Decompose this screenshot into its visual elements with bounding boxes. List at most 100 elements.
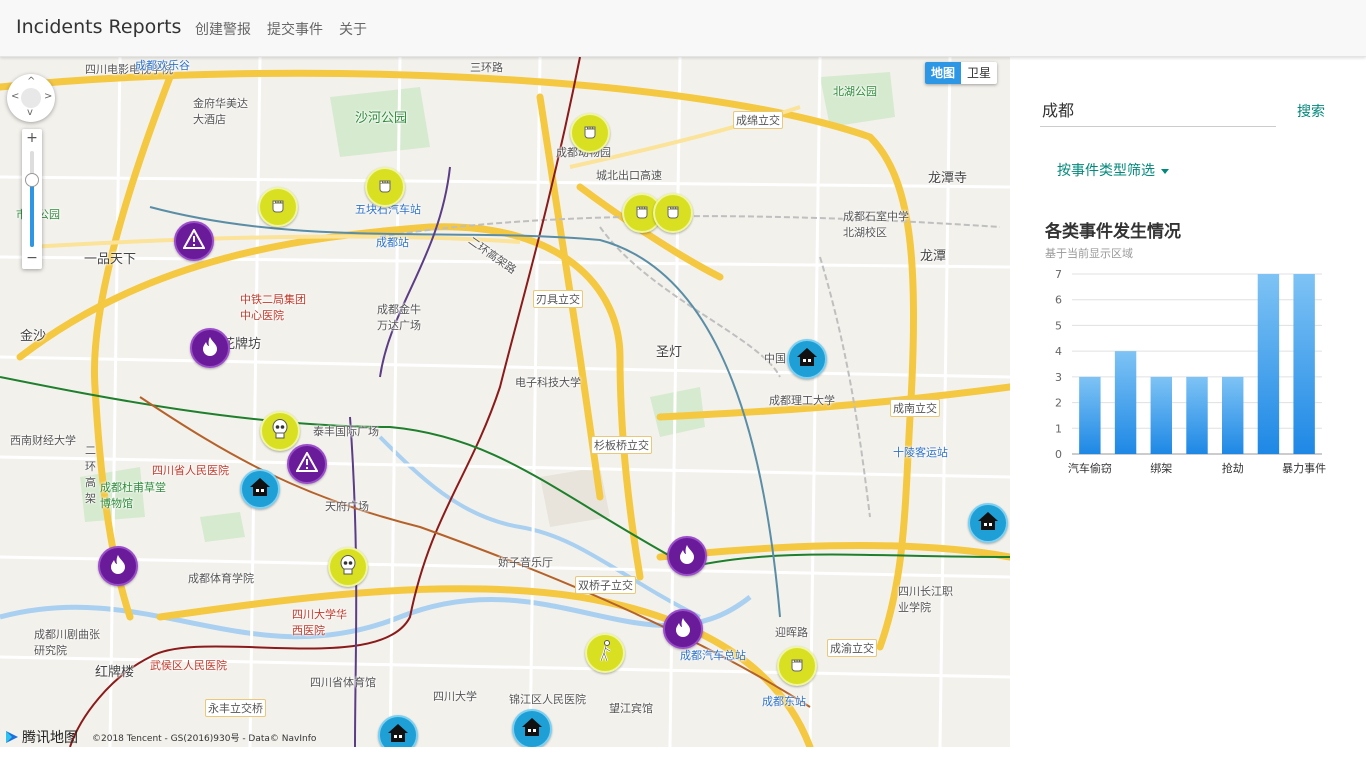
nav-create-alert[interactable]: 创建警报: [195, 19, 251, 39]
zoom-slider-handle[interactable]: [25, 173, 39, 187]
fist-icon: [580, 121, 600, 145]
pan-down-icon[interactable]: v: [27, 107, 33, 118]
search-button[interactable]: 搜索: [1297, 101, 1325, 121]
place-label: 圣灯: [656, 345, 683, 360]
navbar: Incidents Reports 创建警报 提交事件 关于: [0, 0, 1366, 57]
map-type-satellite-button[interactable]: 卫星: [961, 62, 997, 84]
event-type-filter-dropdown[interactable]: 按事件类型筛选: [1057, 160, 1169, 180]
chart-bar[interactable]: [1186, 376, 1208, 454]
pan-left-icon[interactable]: <: [11, 91, 19, 102]
map-type-toggle: 地图 卫星: [925, 62, 998, 84]
chart-bar[interactable]: [1079, 376, 1101, 454]
place-label: 四川省人民医院: [152, 464, 229, 477]
chart-y-tick-label: 4: [1055, 345, 1062, 358]
place-label: 龙潭寺: [928, 171, 968, 186]
fire-icon: [202, 336, 218, 360]
map-canvas[interactable]: 四川电影电视学院 成都欢乐谷 金府华美达大酒店 三环路 沙河公园 北湖公园 成都…: [0, 57, 1010, 747]
incident-marker-burglary[interactable]: [240, 469, 280, 509]
chart-bar[interactable]: [1257, 274, 1280, 454]
filter-label: 按事件类型筛选: [1057, 163, 1155, 179]
place-label: 电子科技大学: [515, 376, 581, 389]
place-label: 双桥子立交: [575, 576, 636, 594]
map-logo-text: 腾讯地图: [22, 730, 78, 746]
zoom-level-fill: [30, 181, 34, 247]
incident-marker-burglary[interactable]: [512, 709, 552, 747]
place-label: 成南立交: [890, 399, 940, 417]
pan-right-icon[interactable]: >: [44, 91, 52, 102]
pan-up-icon[interactable]: ^: [27, 76, 35, 87]
map-provider-logo[interactable]: 腾讯地图: [4, 727, 78, 747]
place-label: 迎晖路: [775, 626, 808, 639]
chart-title: 各类事件发生情况: [1045, 222, 1181, 242]
fire-icon: [110, 554, 126, 578]
chart-y-tick-label: 6: [1055, 294, 1062, 307]
house-icon: [521, 717, 543, 741]
chart-x-tick-label: 抢劫: [1222, 461, 1244, 475]
incident-marker-fight[interactable]: [777, 646, 817, 686]
place-label: 刃具立交: [533, 290, 583, 308]
fist-icon: [663, 201, 683, 225]
zoom-in-button[interactable]: +: [22, 129, 42, 147]
zoom-out-button[interactable]: −: [22, 249, 42, 267]
fist-icon: [268, 195, 288, 219]
place-label: 四川省体育馆: [310, 676, 376, 689]
place-label: 成都杜甫草堂博物馆: [100, 481, 166, 510]
place-label: 永丰立交桥: [205, 699, 266, 717]
place-label: 城北出口高速: [596, 169, 662, 182]
map-type-map-button[interactable]: 地图: [925, 62, 962, 84]
pan-center[interactable]: [21, 88, 41, 108]
house-icon: [387, 723, 409, 747]
place-label: 成都石室中学北湖校区: [843, 210, 909, 239]
chart-bar[interactable]: [1293, 274, 1315, 454]
place-label: 成渝立交: [827, 639, 877, 657]
incident-marker-skull[interactable]: [328, 547, 368, 587]
fist-icon: [632, 201, 652, 225]
incident-marker-fight[interactable]: [570, 113, 610, 153]
place-label: 沙河公园: [355, 111, 408, 126]
map-pan-control[interactable]: ^ < > v: [7, 74, 55, 122]
place-label: 成都东站: [762, 695, 806, 708]
incident-marker-fire[interactable]: [98, 546, 138, 586]
place-label: 中铁二局集团中心医院: [240, 293, 306, 322]
incident-marker-burglary[interactable]: [378, 715, 418, 747]
map-copyright: ©2018 Tencent - GS(2016)930号 - Data© Nav…: [92, 734, 317, 744]
search-input[interactable]: [1040, 92, 1276, 127]
incident-marker-fire[interactable]: [190, 328, 230, 368]
chart-y-tick-label: 3: [1055, 371, 1062, 384]
nav-about[interactable]: 关于: [339, 19, 367, 39]
incident-marker-skull[interactable]: [260, 411, 300, 451]
chart-x-tick-label: 汽车偷窃: [1068, 461, 1112, 475]
place-label: 武侯区人民医院: [150, 659, 227, 672]
chart-y-tick-label: 1: [1055, 422, 1062, 435]
map-zoom-control: + −: [22, 129, 42, 269]
nav-submit-incident[interactable]: 提交事件: [267, 19, 323, 39]
fist-icon: [787, 654, 807, 678]
incident-marker-fight[interactable]: [365, 167, 405, 207]
incident-marker-fire[interactable]: [663, 609, 703, 649]
incident-marker-fire[interactable]: [667, 536, 707, 576]
place-label: 成都汽车总站: [680, 649, 746, 662]
warning-icon: [182, 227, 206, 253]
chart-bar[interactable]: [1150, 376, 1172, 454]
fire-icon: [679, 544, 695, 568]
house-icon: [249, 477, 271, 501]
place-label: 杉板桥立交: [591, 436, 652, 454]
place-label: 西南财经大学: [10, 434, 76, 447]
caret-down-icon: [1161, 168, 1169, 174]
chart-bar[interactable]: [1222, 376, 1244, 454]
incident-marker-person[interactable]: [585, 633, 625, 673]
incident-marker-fight[interactable]: [653, 193, 693, 233]
brand-title[interactable]: Incidents Reports: [16, 16, 181, 38]
place-label: 一品天下: [84, 252, 137, 267]
incident-marker-fight[interactable]: [258, 187, 298, 227]
tencent-map-icon: [6, 731, 18, 743]
chart-subtitle: 基于当前显示区域: [1045, 247, 1133, 260]
incident-marker-burglary[interactable]: [968, 503, 1008, 543]
place-label: 龙潭: [920, 249, 947, 264]
incident-marker-warning[interactable]: [174, 221, 214, 261]
place-label: 成都金牛万达广场: [377, 303, 421, 332]
place-label: 成都站: [376, 236, 409, 249]
incident-marker-warning[interactable]: [287, 444, 327, 484]
incident-marker-burglary[interactable]: [787, 339, 827, 379]
chart-bar[interactable]: [1114, 351, 1137, 454]
